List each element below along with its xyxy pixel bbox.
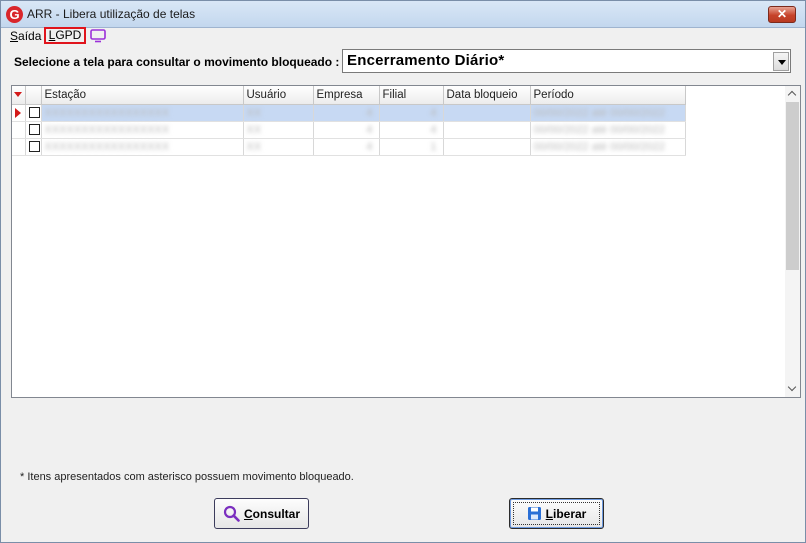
table-row[interactable]: XXXXXXXXXXXXXXXXX XX 4 4 00/00/2022 até … [12,121,686,139]
column-header-filial[interactable]: Filial [379,86,444,105]
window-title: ARR - Libera utilização de telas [27,7,196,21]
header-indicator[interactable] [12,86,26,105]
screen-selector-value: Encerramento Diário* [347,52,505,69]
cell-filial[interactable]: 4 [379,121,444,139]
liberar-label-rest: iberar [552,506,587,521]
table-row[interactable]: XXXXXXXXXXXXXXXXX XX 4 4 00/00/2022 até … [12,104,686,122]
cell-empresa-text: 4 [366,123,373,136]
cell-usuario-text: XX [246,106,262,119]
cell-empresa[interactable]: 4 [313,138,380,156]
screen-selector-dropdown[interactable]: Encerramento Diário* [342,49,791,73]
consultar-accel: C [243,506,253,521]
menu-saida[interactable]: Saída [10,29,41,44]
row-checkbox-cell [25,104,42,122]
cell-estacao[interactable]: XXXXXXXXXXXXXXXXX [41,138,244,156]
scroll-down-icon[interactable] [785,381,800,397]
column-header-periodo[interactable]: Período [530,86,686,105]
search-icon [223,505,240,522]
scroll-up-icon[interactable] [785,86,800,102]
liberar-button[interactable]: Liberar [509,498,604,529]
liberar-button-content: Liberar [513,502,600,525]
sort-arrow-icon [14,92,22,97]
title-bar[interactable]: G ARR - Libera utilização de telas ✕ [1,1,805,28]
close-button[interactable]: ✕ [768,6,796,23]
asterisk-footnote: * Itens apresentados com asterisco possu… [20,471,354,483]
cell-usuario-text: XX [246,123,262,136]
menu-saida-accel: S [10,29,19,43]
consultar-button-content: Consultar [215,499,308,528]
column-header-empresa[interactable]: Empresa [313,86,380,105]
chevron-down-icon[interactable] [773,52,789,71]
cell-periodo[interactable]: 00/00/2022 até 00/00/2022 [530,121,686,139]
table-row[interactable]: XXXXXXXXXXXXXXXXX XX 4 1 00/00/2022 até … [12,138,686,156]
row-indicator [12,104,26,122]
cell-estacao-text: XXXXXXXXXXXXXXXXX [44,140,170,153]
menu-lgpd-label: GPD [55,28,82,42]
cell-periodo-text: 00/00/2022 até 00/00/2022 [533,106,666,119]
cell-estacao[interactable]: XXXXXXXXXXXXXXXXX [41,104,244,122]
app-logo-icon: G [6,6,23,23]
cell-periodo-text: 00/00/2022 até 00/00/2022 [533,123,666,136]
liberar-label: Liberar [546,507,587,521]
row-checkbox[interactable] [28,107,40,119]
grid-header-row: Estação Usuário Empresa Filial Data bloq… [12,86,686,105]
consultar-button[interactable]: Consultar [214,498,309,529]
cell-data-bloqueio[interactable] [443,138,531,156]
cell-estacao[interactable]: XXXXXXXXXXXXXXXXX [41,121,244,139]
row-indicator [12,121,26,139]
header-check [25,86,42,105]
main-window: G ARR - Libera utilização de telas ✕ Saí… [0,0,806,543]
row-checkbox-cell [25,121,42,139]
row-checkbox[interactable] [28,141,40,153]
cell-data-bloqueio[interactable] [443,121,531,139]
cell-usuario[interactable]: XX [243,104,314,122]
column-header-estacao[interactable]: Estação [41,86,244,105]
cell-empresa[interactable]: 4 [313,121,380,139]
cell-filial[interactable]: 1 [379,138,444,156]
column-header-usuario[interactable]: Usuário [243,86,314,105]
cell-estacao-text: XXXXXXXXXXXXXXXXX [44,106,170,119]
cell-empresa-text: 4 [366,106,373,119]
liberar-accel: L [545,506,553,521]
cell-empresa-text: 4 [366,140,373,153]
grid-table: Estação Usuário Empresa Filial Data bloq… [12,86,686,156]
cell-periodo[interactable]: 00/00/2022 até 00/00/2022 [530,138,686,156]
screen-selector-label: Selecione a tela para consultar o movime… [14,55,340,69]
cell-filial[interactable]: 4 [379,104,444,122]
monitor-icon[interactable] [90,29,106,43]
column-header-data-bloqueio[interactable]: Data bloqueio [443,86,531,105]
row-checkbox[interactable] [28,124,40,136]
cell-usuario[interactable]: XX [243,121,314,139]
scroll-thumb[interactable] [786,102,799,270]
cell-empresa[interactable]: 4 [313,104,380,122]
vertical-scrollbar[interactable] [785,86,800,397]
cell-usuario-text: XX [246,140,262,153]
cell-filial-text: 4 [430,106,437,119]
consultar-label-rest: onsultar [252,506,300,521]
row-checkbox-cell [25,138,42,156]
consultar-label: Consultar [244,507,300,521]
cell-periodo-text: 00/00/2022 até 00/00/2022 [533,140,666,153]
current-row-arrow-icon [15,107,21,118]
row-indicator [12,138,26,156]
cell-filial-text: 1 [430,140,437,153]
cell-periodo[interactable]: 00/00/2022 até 00/00/2022 [530,104,686,122]
blocked-movements-grid[interactable]: Estação Usuário Empresa Filial Data bloq… [11,85,801,398]
save-icon [527,507,541,520]
menu-saida-label: aída [18,29,42,43]
cell-filial-text: 4 [430,123,437,136]
cell-usuario[interactable]: XX [243,138,314,156]
cell-data-bloqueio[interactable] [443,104,531,122]
cell-estacao-text: XXXXXXXXXXXXXXXXX [44,123,170,136]
menu-lgpd[interactable]: LGPD [44,27,86,44]
